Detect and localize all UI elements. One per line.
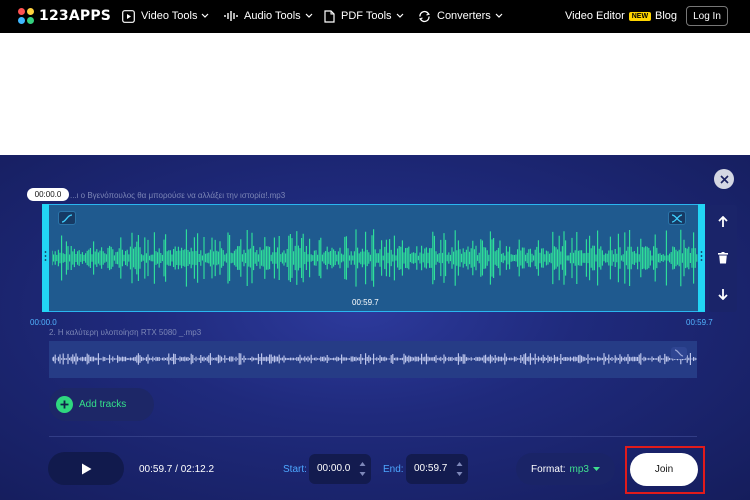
nav-video-editor[interactable]: Video Editor NEW xyxy=(565,9,652,23)
format-label: Format: xyxy=(531,463,566,475)
close-button[interactable] xyxy=(714,169,734,189)
trash-icon xyxy=(718,252,728,264)
fade-in-icon xyxy=(61,213,73,223)
format-select[interactable]: Format: mp3 xyxy=(516,453,615,485)
nav-audio-tools-label: Audio Tools xyxy=(244,10,301,22)
fade-in-button[interactable] xyxy=(58,211,76,225)
plus-glyph-icon xyxy=(60,400,69,409)
chevron-down-icon xyxy=(202,13,209,18)
caret-down-icon xyxy=(592,466,600,471)
move-down-button[interactable] xyxy=(709,284,737,304)
nav-audio-tools[interactable]: Audio Tools xyxy=(224,9,313,23)
track-1-filename: ...ι ο Βγενόπουλος θα μπορούσε να αλλάξε… xyxy=(70,191,286,200)
brand-logo[interactable]: 123APPS xyxy=(18,7,111,25)
end-time-field[interactable]: 00:59.7 xyxy=(406,454,468,484)
nav-video-tools-label: Video Tools xyxy=(141,10,198,22)
play-icon xyxy=(81,463,91,474)
nav-blog[interactable]: Blog xyxy=(655,9,677,23)
logo-mark-icon xyxy=(18,7,35,25)
crossfade-button[interactable] xyxy=(668,211,686,225)
fade-out-icon xyxy=(674,349,684,357)
crossfade-icon xyxy=(671,213,683,223)
arrow-down-icon xyxy=(718,289,728,300)
login-button[interactable]: Log In xyxy=(686,6,728,26)
track-1-start-time: 00:00.0 xyxy=(30,318,57,327)
new-badge: NEW xyxy=(628,11,652,21)
stepper-icon[interactable] xyxy=(456,461,463,477)
divider xyxy=(49,436,697,437)
close-icon xyxy=(719,174,729,184)
add-tracks-label: Add tracks xyxy=(79,399,127,410)
track-1-end-time: 00:59.7 xyxy=(686,318,713,327)
playback-time: 00:59.7 / 02:12.2 xyxy=(139,464,215,475)
play-button[interactable] xyxy=(48,452,124,485)
start-time-field[interactable]: 00:00.0 xyxy=(309,454,371,484)
audio-joiner-editor: 00:00.0 ...ι ο Βγενόπουλος θα μπορούσε ν… xyxy=(0,155,750,500)
grip-dots-icon xyxy=(44,251,47,261)
end-time-value: 00:59.7 xyxy=(414,463,448,474)
convert-cycle-icon xyxy=(419,10,430,22)
nav-converters[interactable]: Converters xyxy=(418,9,503,23)
chevron-down-icon xyxy=(305,13,313,18)
chevron-down-icon xyxy=(396,13,403,18)
brand-name: 123APPS xyxy=(39,8,112,24)
document-icon xyxy=(324,9,335,23)
track-2-fade-button[interactable] xyxy=(671,347,687,359)
nav-converters-label: Converters xyxy=(437,10,491,22)
audio-wave-icon xyxy=(224,11,238,21)
stepper-icon[interactable] xyxy=(359,461,366,477)
grip-dots-icon xyxy=(700,251,703,261)
start-label: Start: xyxy=(283,464,307,475)
format-value: mp3 xyxy=(569,463,589,475)
nav-pdf-tools[interactable]: PDF Tools xyxy=(324,9,404,23)
move-up-button[interactable] xyxy=(709,212,737,232)
top-navbar: 123APPS Video Tools Audio Tools PDF Tool… xyxy=(0,0,750,33)
end-label: End: xyxy=(383,464,404,475)
track-1-right-handle[interactable] xyxy=(698,204,705,312)
add-tracks-button[interactable]: Add tracks xyxy=(49,388,154,421)
nav-pdf-tools-label: PDF Tools xyxy=(341,10,392,22)
track-2-filename: 2. Η καλύτερη υλοποίηση RTX 5080 _.mp3 xyxy=(49,328,202,337)
nav-video-editor-label: Video Editor xyxy=(565,10,625,22)
track-2-waveform xyxy=(52,353,697,365)
arrow-up-icon xyxy=(718,216,728,227)
play-square-icon xyxy=(122,9,135,23)
start-time-value: 00:00.0 xyxy=(317,463,351,474)
chevron-down-icon xyxy=(495,13,503,18)
track-1-left-handle[interactable] xyxy=(42,204,49,312)
track-1-duration: 00:59.7 xyxy=(352,298,379,307)
track-1-waveform xyxy=(52,229,698,287)
join-button[interactable]: Join xyxy=(630,453,698,486)
cursor-time-bubble: 00:00.0 xyxy=(27,188,69,201)
track-side-toolbar xyxy=(709,205,737,312)
plus-icon xyxy=(56,396,73,413)
delete-track-button[interactable] xyxy=(709,248,737,268)
nav-video-tools[interactable]: Video Tools xyxy=(122,9,209,23)
